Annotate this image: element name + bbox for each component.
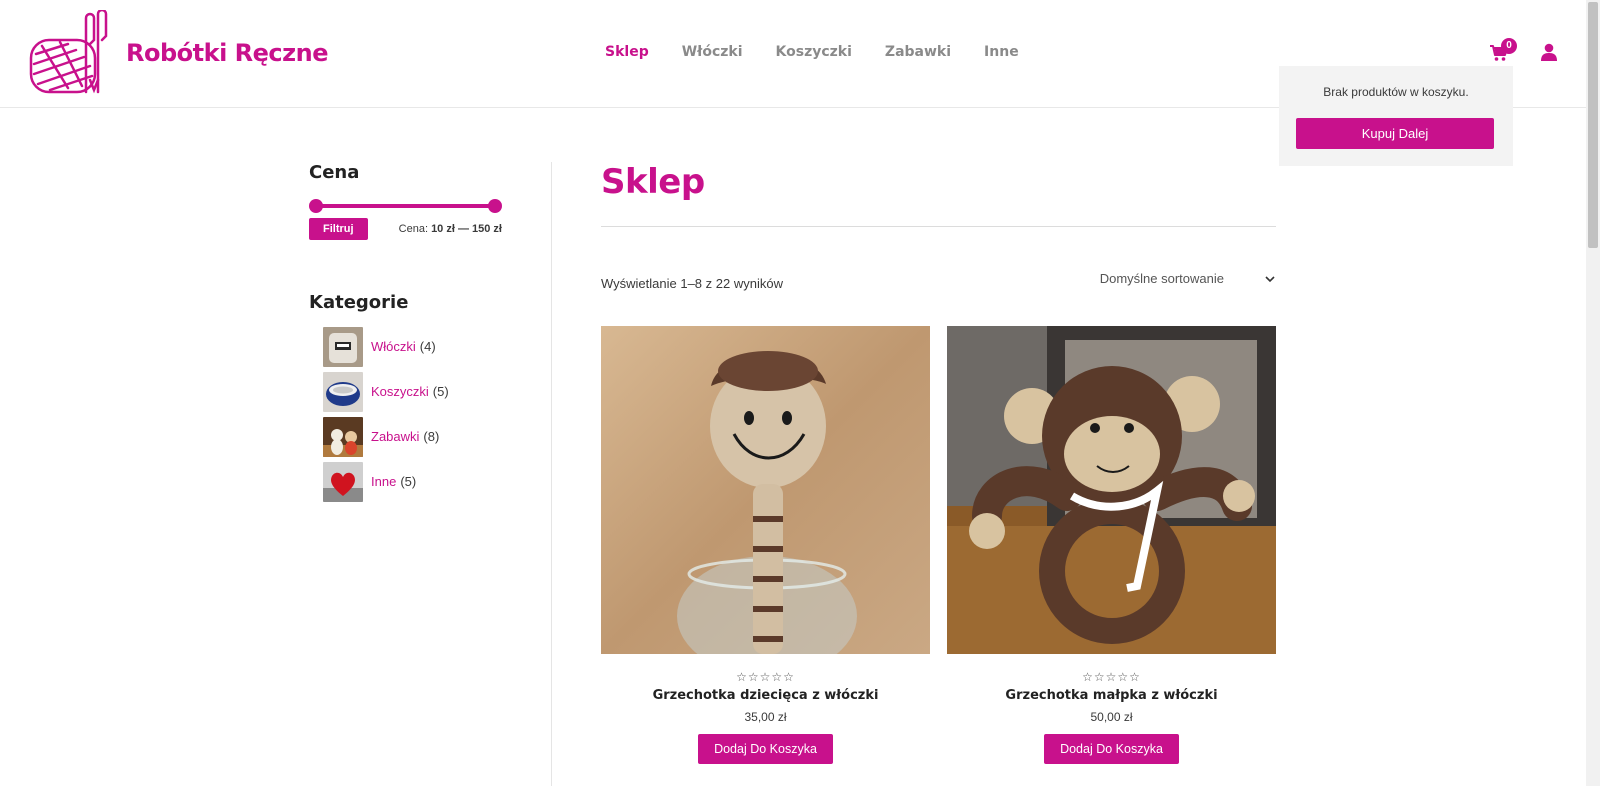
sort-select[interactable]: Domyślne sortowanie [1100,271,1276,286]
price-range-label: Cena: 10 zł — 150 zł [399,223,502,235]
nav-item-wloczki[interactable]: Włóczki [682,44,743,60]
product-card: ☆☆☆☆☆ Grzechotka dziecięca z włóczki 35,… [601,326,930,764]
category-count: (8) [423,429,440,444]
empty-cart-message: Brak produktów w koszyku. [1323,85,1469,99]
add-to-cart-button[interactable]: Dodaj Do Koszyka [698,734,833,764]
product-price: 50,00 zł [1090,710,1133,724]
filter-button[interactable]: Filtruj [309,218,368,240]
category-item: Zabawki (8) [309,416,502,457]
category-item: Włóczki (4) [309,326,502,367]
category-thumbnail-zabawki[interactable] [323,416,363,457]
user-icon[interactable] [1540,43,1558,61]
price-prefix: Cena: [398,223,428,235]
category-link-wloczki[interactable]: Włóczki [371,339,416,354]
nav-item-sklep[interactable]: Sklep [605,44,649,60]
site-title[interactable]: Robótki Ręczne [126,39,328,67]
price-slider-range [316,204,495,208]
page-title: Sklep [601,162,705,202]
rating-stars: ☆☆☆☆☆ [1082,670,1141,684]
category-thumbnail-koszyczki[interactable] [323,371,363,412]
product-title[interactable]: Grzechotka dziecięca z włóczki [601,688,930,703]
add-to-cart-button[interactable]: Dodaj Do Koszyka [1044,734,1179,764]
shop-sidebar: Cena Filtruj Cena: 10 zł — 150 zł Katego… [309,162,502,506]
price-slider[interactable] [309,199,502,213]
title-divider [601,226,1276,227]
yarn-logo-icon [29,10,108,94]
rating-stars: ☆☆☆☆☆ [736,670,795,684]
category-link-koszyczki[interactable]: Koszyczki [371,384,429,399]
nav-item-inne[interactable]: Inne [984,44,1019,60]
nav-item-zabawki[interactable]: Zabawki [885,44,951,60]
category-count: (5) [400,474,417,489]
category-item: Koszyczki (5) [309,371,502,412]
product-image-rattle[interactable] [601,326,930,676]
category-count: (5) [432,384,449,399]
page-scrollbar[interactable] [1586,0,1600,786]
sidebar-divider [551,162,552,786]
scrollbar-thumb[interactable] [1588,2,1598,248]
category-link-inne[interactable]: Inne [371,474,396,489]
product-title[interactable]: Grzechotka małpka z włóczki [947,688,1276,703]
chevron-down-icon [1265,275,1275,282]
product-grid: ☆☆☆☆☆ Grzechotka dziecięca z włóczki 35,… [601,326,1276,764]
shop-main: Sklep Wyświetlanie 1–8 z 22 wyników Domy… [601,162,1276,764]
price-slider-min-handle[interactable] [309,199,323,213]
product-image-monkey[interactable] [947,326,1276,654]
category-list: Włóczki (4) Koszyczki (5) Zabawki (8) In… [309,326,502,502]
category-link-zabawki[interactable]: Zabawki [371,429,419,444]
price-widget-title: Cena [309,162,360,183]
main-navigation: Sklep Włóczki Koszyczki Zabawki Inne [605,44,1052,60]
price-range-value: 10 zł — 150 zł [431,223,502,235]
category-count: (4) [419,339,436,354]
nav-item-koszyczki[interactable]: Koszyczki [776,44,852,60]
category-item: Inne (5) [309,461,502,502]
sort-select-value: Domyślne sortowanie [1099,271,1224,286]
cart-count-badge: 0 [1501,38,1517,54]
logo-link[interactable]: Robótki Ręczne [28,10,328,96]
mini-cart-dropdown: Brak produktów w koszyku. Kupuj Dalej [1279,66,1513,166]
category-thumbnail-wloczki[interactable] [323,326,363,367]
price-slider-max-handle[interactable] [488,199,502,213]
product-card: ☆☆☆☆☆ Grzechotka małpka z włóczki 50,00 … [947,326,1276,764]
result-count: Wyświetlanie 1–8 z 22 wyników [601,276,783,291]
category-thumbnail-inne[interactable] [323,461,363,502]
product-price: 35,00 zł [744,710,787,724]
categories-widget-title: Kategorie [309,292,409,313]
continue-shopping-button[interactable]: Kupuj Dalej [1296,118,1494,149]
